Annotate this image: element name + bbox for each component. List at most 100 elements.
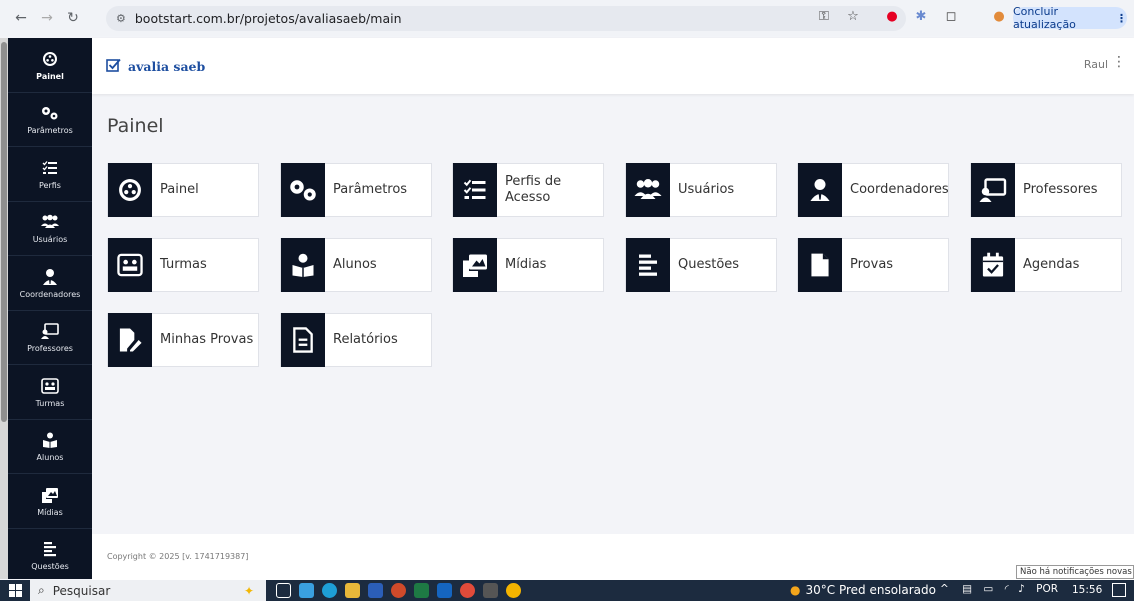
copyright-text: Copyright © 2025 [v. 1741719387]: [107, 552, 249, 561]
tile-label: Mídias: [505, 257, 547, 272]
extension-icon[interactable]: ✱: [912, 9, 930, 24]
browser-toolbar: ← → ↻ ⚙ bootstart.com.br/projetos/avalia…: [0, 0, 1134, 36]
document-icon: [798, 238, 842, 292]
taskbar-clock[interactable]: 15:56: [1072, 584, 1102, 596]
brand-name: avalia saeb: [128, 59, 206, 74]
taskbar-search-placeholder: Pesquisar: [52, 583, 111, 598]
sidebar-item-usuarios[interactable]: Usuários: [8, 202, 92, 256]
tile-label: Alunos: [333, 257, 377, 272]
tile-provas[interactable]: Provas: [797, 238, 949, 292]
wifi-icon[interactable]: ◜: [1005, 583, 1009, 595]
outlook-icon[interactable]: [437, 583, 452, 598]
calendar-icon: [971, 238, 1015, 292]
bookmark-star-icon[interactable]: ☆: [844, 9, 862, 24]
weather-widget[interactable]: ● 30°C Pred ensolarado: [790, 583, 936, 597]
gears-icon: [281, 163, 325, 217]
chevron-up-icon[interactable]: ^: [940, 583, 949, 595]
sparkle-icon: ✦: [243, 583, 254, 598]
my-tests-icon: [108, 313, 152, 367]
powerpoint-icon[interactable]: [391, 583, 406, 598]
tile-midias[interactable]: Mídias: [452, 238, 604, 292]
brand-logo[interactable]: avalia saeb: [106, 58, 205, 75]
calculator-icon[interactable]: [483, 583, 498, 598]
sidebar-item-midias[interactable]: Mídias: [8, 474, 92, 529]
taskbar-search[interactable]: ⌕ Pesquisar ✦: [30, 580, 266, 601]
language-indicator[interactable]: POR: [1036, 583, 1058, 595]
user-name[interactable]: Raul: [1084, 58, 1108, 71]
gears-icon: [40, 103, 60, 123]
sidebar-scrollbar-thumb[interactable]: [1, 42, 7, 422]
tile-perfis-de-acesso[interactable]: Perfis de Acesso: [452, 163, 604, 217]
tile-turmas[interactable]: Turmas: [107, 238, 259, 292]
word-icon[interactable]: [368, 583, 383, 598]
tile-relatorios[interactable]: Relatórios: [280, 313, 432, 367]
tile-label: Provas: [850, 257, 894, 272]
checklist-icon: [40, 158, 60, 178]
sun-weather-icon: ●: [790, 583, 801, 597]
notification-center-icon[interactable]: [1112, 583, 1126, 597]
sidebar-item-label: Alunos: [36, 453, 64, 463]
extensions-puzzle-icon[interactable]: ◻: [942, 9, 960, 24]
chrome-icon[interactable]: [460, 583, 475, 598]
media-icon: [453, 238, 497, 292]
password-key-icon[interactable]: ⚿: [815, 9, 833, 24]
sidebar-item-perfis[interactable]: Perfis: [8, 147, 92, 202]
tile-alunos[interactable]: Alunos: [280, 238, 432, 292]
sidebar-item-professores[interactable]: Professores: [8, 311, 92, 365]
windows-start-icon[interactable]: [0, 580, 30, 601]
tile-professores[interactable]: Professores: [970, 163, 1122, 217]
sidebar-item-painel[interactable]: Painel: [8, 38, 92, 93]
edge-browser-icon[interactable]: [322, 583, 337, 598]
sidebar-item-alunos[interactable]: Alunos: [8, 420, 92, 474]
teacher-icon: [971, 163, 1015, 217]
file-explorer-icon[interactable]: [345, 583, 360, 598]
sidebar-item-parametros[interactable]: Parâmetros: [8, 93, 92, 147]
tile-label: Coordenadores: [850, 182, 949, 197]
sidebar-item-label: Coordenadores: [19, 289, 81, 299]
excel-icon[interactable]: [414, 583, 429, 598]
reload-icon[interactable]: ↻: [60, 5, 86, 31]
sidebar-item-label: Turmas: [35, 398, 65, 408]
tile-agendas[interactable]: Agendas: [970, 238, 1122, 292]
pinterest-extension-icon[interactable]: ●: [883, 9, 901, 24]
sidebar-item-label: Questões: [31, 562, 69, 572]
task-view-icon[interactable]: [276, 583, 291, 598]
copilot-icon[interactable]: [299, 583, 314, 598]
chrome-active-icon[interactable]: [506, 583, 521, 598]
tile-minhas-provas[interactable]: Minhas Provas: [107, 313, 259, 367]
sidebar-item-turmas[interactable]: Turmas: [8, 365, 92, 420]
address-bar[interactable]: ⚙ bootstart.com.br/projetos/avaliasaeb/m…: [106, 6, 906, 31]
tile-parametros[interactable]: Parâmetros: [280, 163, 432, 217]
update-button[interactable]: Concluir atualização ⋮: [1013, 5, 1127, 31]
sidebar-scrollbar[interactable]: [0, 38, 8, 579]
checkbox-logo-icon: [106, 58, 122, 75]
sidebar-item-coordenadores[interactable]: Coordenadores: [8, 256, 92, 311]
app-header: avalia saeb Raul ⋮: [92, 38, 1134, 94]
network-icon[interactable]: ▤: [962, 583, 972, 595]
site-settings-icon[interactable]: ⚙: [116, 12, 126, 25]
profile-avatar-icon[interactable]: ●: [990, 9, 1008, 24]
volume-icon[interactable]: ♪: [1018, 583, 1025, 595]
tile-coordenadores[interactable]: Coordenadores: [797, 163, 949, 217]
user-menu-icon[interactable]: ⋮: [1112, 54, 1126, 70]
forward-icon[interactable]: →: [34, 5, 60, 31]
users-icon: [626, 163, 670, 217]
tile-painel[interactable]: Painel: [107, 163, 259, 217]
url-text: bootstart.com.br/projetos/avaliasaeb/mai…: [134, 11, 402, 26]
page-footer: Copyright © 2025 [v. 1741719387]: [92, 534, 1134, 580]
tile-questoes[interactable]: Questões: [625, 238, 777, 292]
notification-tooltip: Não há notificações novas: [1016, 565, 1134, 579]
media-icon: [40, 485, 60, 505]
coordinator-icon: [798, 163, 842, 217]
tile-label: Minhas Provas: [160, 332, 254, 347]
tile-label: Questões: [678, 257, 740, 272]
back-icon[interactable]: ←: [8, 5, 34, 31]
tile-label: Turmas: [160, 257, 207, 272]
system-tray[interactable]: ^ ▤ ▭ ◜ ♪ POR: [940, 583, 1058, 595]
sidebar-item-questoes[interactable]: Questões: [8, 529, 92, 580]
tile-usuarios[interactable]: Usuários: [625, 163, 777, 217]
sidebar-item-label: Usuários: [32, 235, 68, 245]
sidebar-item-label: Parâmetros: [27, 126, 73, 136]
battery-icon[interactable]: ▭: [983, 583, 993, 595]
menu-dots-icon: ⋮: [1116, 11, 1127, 25]
